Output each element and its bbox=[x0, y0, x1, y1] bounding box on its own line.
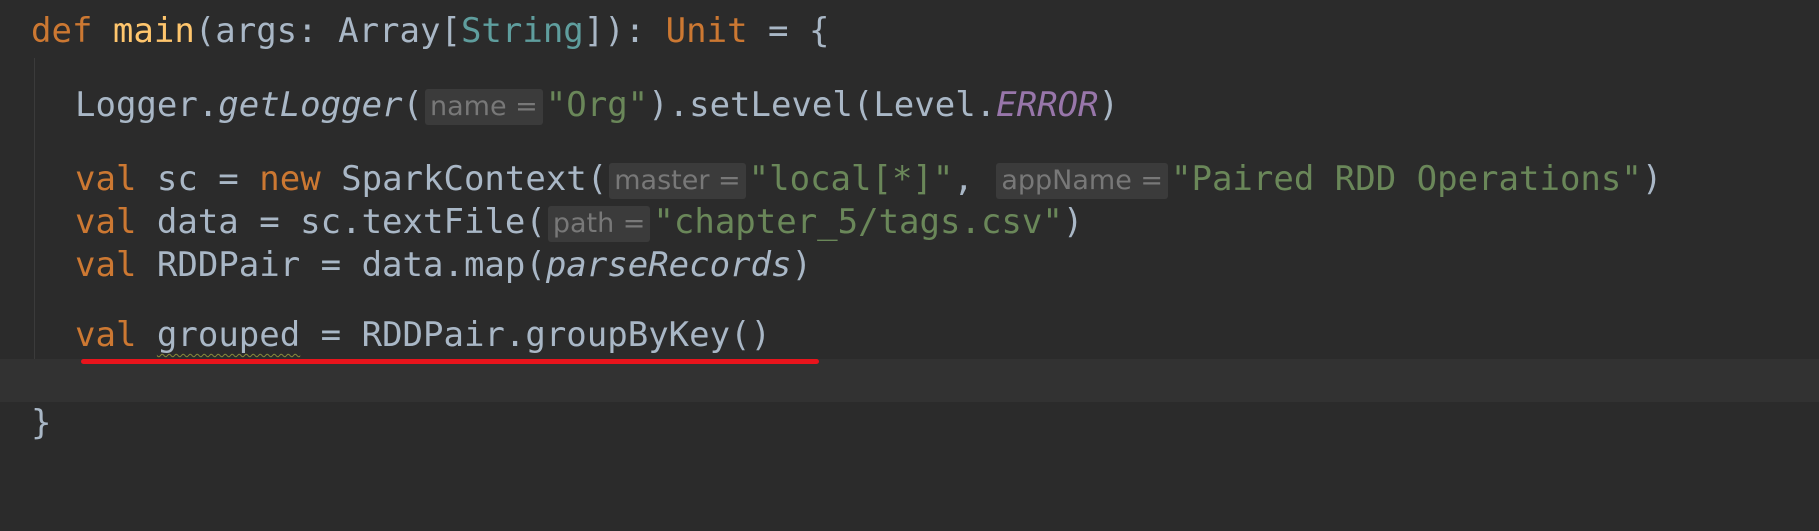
constant-error: ERROR bbox=[996, 85, 1099, 125]
string-org: "Org" bbox=[545, 85, 649, 125]
code-line-9-current[interactable] bbox=[0, 359, 1819, 402]
string-appname: "Paired RDD Operations" bbox=[1171, 159, 1642, 199]
comma: , bbox=[953, 159, 995, 199]
method-getlogger: getLogger bbox=[218, 85, 403, 125]
code-line-7[interactable]: val RDDPair = data.map(parseRecords) bbox=[0, 244, 1819, 287]
paren-close: ) bbox=[1098, 85, 1119, 125]
code-editor[interactable]: def main(args: Array[String]): Unit = { … bbox=[0, 0, 1819, 453]
logger-object: Logger. bbox=[75, 85, 219, 125]
function-parserecords: parseRecords bbox=[545, 245, 792, 285]
param-hint-appname: appName = bbox=[996, 163, 1169, 199]
code-line-8[interactable]: val grouped = RDDPair.groupByKey() bbox=[0, 314, 1819, 357]
paren-close: ) bbox=[1641, 159, 1663, 199]
code-line-10[interactable]: } bbox=[0, 402, 1819, 445]
function-name: main bbox=[112, 11, 195, 51]
map-statement: val RDDPair = data.map(parseRecords) bbox=[75, 244, 812, 287]
param-hint-master: master = bbox=[609, 163, 746, 199]
keyword-def: def bbox=[31, 11, 93, 51]
sparkcontext-ctor: SparkContext( bbox=[320, 159, 608, 199]
sc-decl: sc = bbox=[136, 159, 260, 199]
logger-statement: Logger.getLogger(name = "Org").setLevel(L… bbox=[75, 84, 1119, 127]
keyword-val: val bbox=[75, 159, 137, 199]
textfile-statement: val data = sc.textFile(path = "chapter_5/… bbox=[75, 201, 1083, 244]
setlevel-call: ).setLevel(Level. bbox=[648, 85, 997, 125]
string-local: "local[*]" bbox=[748, 159, 954, 199]
paren-close: ) bbox=[1062, 202, 1084, 242]
keyword-val: val bbox=[75, 202, 137, 242]
equals-brace: = { bbox=[747, 11, 830, 51]
paren-open: ( bbox=[402, 85, 424, 125]
groupbykey-statement: val grouped = RDDPair.groupByKey() bbox=[75, 314, 771, 357]
data-decl: data = sc.textFile( bbox=[136, 202, 546, 242]
param-hint-name: name = bbox=[425, 89, 543, 125]
code-line-6[interactable]: val data = sc.textFile(path = "chapter_5/… bbox=[0, 201, 1819, 244]
groupbykey-call: = RDDPair.groupByKey() bbox=[300, 315, 772, 355]
code-line-3[interactable]: Logger.getLogger(name = "Org").setLevel(L… bbox=[0, 84, 1819, 127]
type-unit: Unit bbox=[665, 11, 748, 51]
param-hint-path: path = bbox=[547, 206, 651, 242]
type-string: String bbox=[460, 11, 584, 51]
code-line-5[interactable]: val sc = new SparkContext(master = "local… bbox=[0, 158, 1819, 201]
closing-brace: } bbox=[31, 403, 52, 443]
bracket-open: [ bbox=[440, 11, 461, 51]
args-text: (args: bbox=[194, 11, 339, 51]
string-path: "chapter_5/tags.csv" bbox=[653, 202, 1063, 242]
signature-close: ]): bbox=[583, 11, 666, 51]
paren-close: ) bbox=[791, 245, 812, 285]
rddpair-decl: RDDPair = data.map( bbox=[136, 245, 546, 285]
type-array: Array bbox=[338, 11, 441, 51]
function-signature: def main(args: Array[String]): Unit = { bbox=[31, 10, 829, 53]
keyword-val: val bbox=[75, 315, 137, 355]
keyword-new: new bbox=[259, 159, 321, 199]
keyword-val: val bbox=[75, 245, 137, 285]
unused-variable-grouped: grouped bbox=[156, 315, 301, 355]
code-line-1[interactable]: def main(args: Array[String]): Unit = { bbox=[0, 10, 1819, 53]
red-underline-annotation bbox=[81, 359, 819, 364]
sparkcontext-statement: val sc = new SparkContext(master = "local… bbox=[75, 158, 1662, 201]
